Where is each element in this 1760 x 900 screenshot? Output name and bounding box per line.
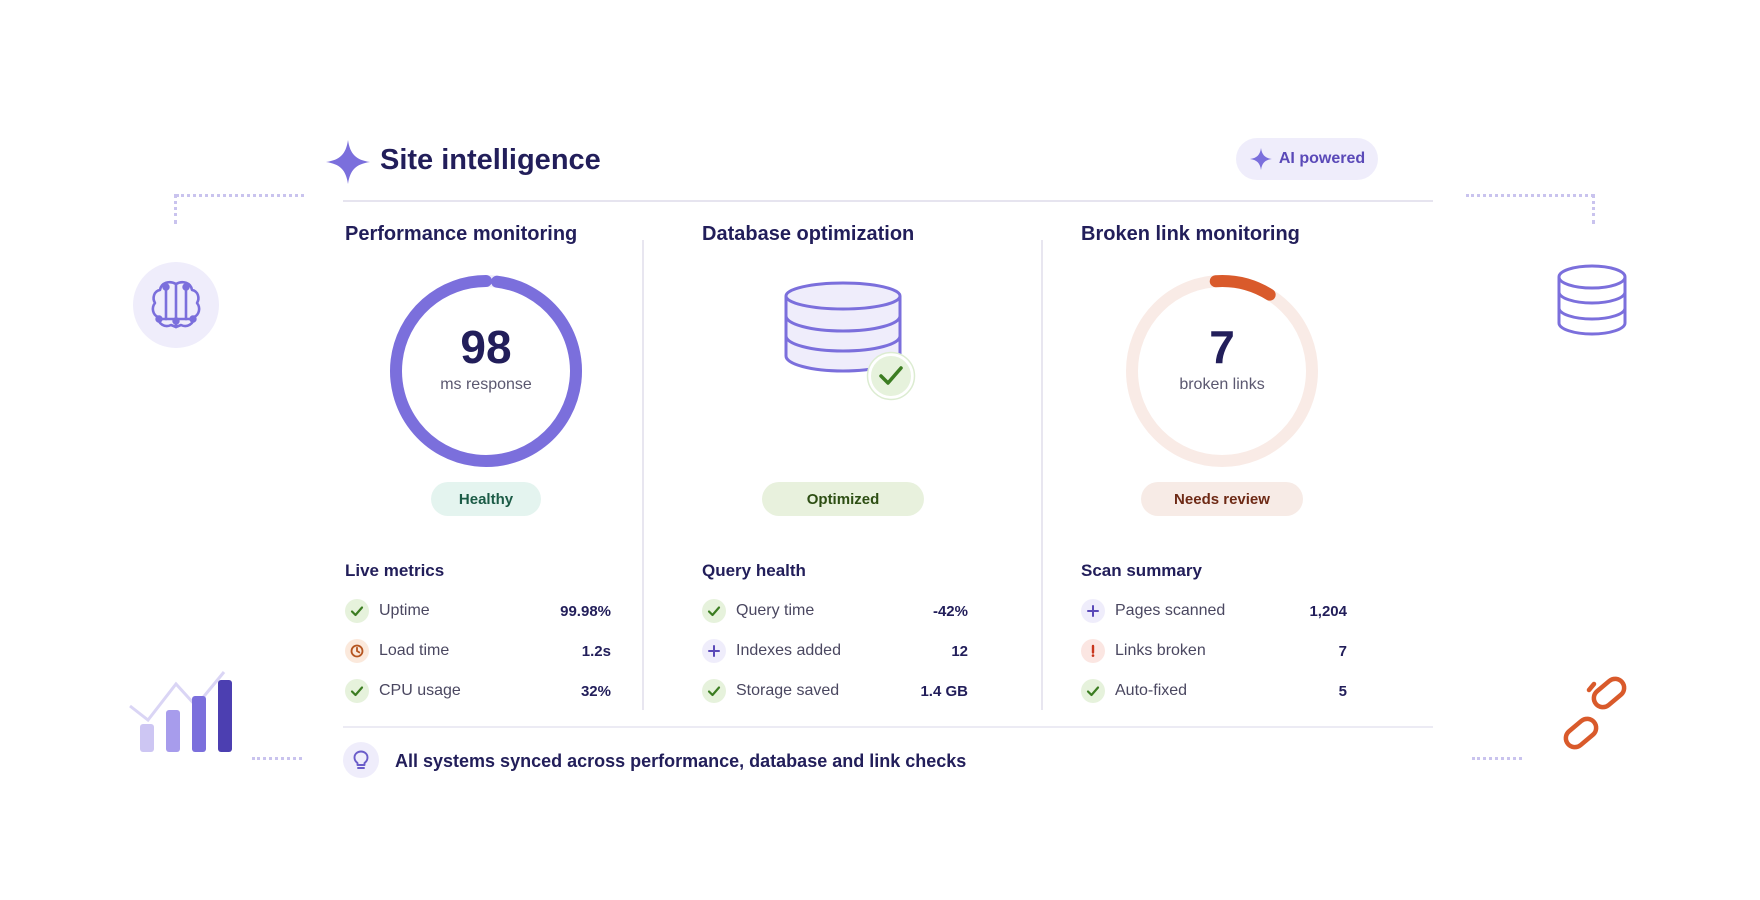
metrics-list-performance: Uptime 99.98% Load time 1.2s CPU usage 3… bbox=[345, 596, 611, 706]
metric-value: 1.4 GB bbox=[920, 682, 968, 700]
connector-bottom-left bbox=[252, 757, 302, 760]
header-divider bbox=[343, 200, 1433, 202]
metric-label: Uptime bbox=[379, 602, 430, 619]
section-title-query-health: Query health bbox=[702, 561, 806, 580]
footer-divider bbox=[343, 726, 1433, 728]
metric-label: Links broken bbox=[1115, 642, 1206, 659]
plus-icon bbox=[1081, 599, 1105, 623]
connector-bottom-right bbox=[1472, 757, 1522, 760]
performance-gauge-unit: ms response bbox=[440, 376, 532, 393]
bar-chart-icon bbox=[126, 664, 236, 754]
metric-label: Storage saved bbox=[736, 682, 840, 699]
database-icon bbox=[1555, 264, 1629, 336]
check-icon bbox=[345, 679, 369, 703]
section-title-live-metrics: Live metrics bbox=[345, 561, 445, 580]
alert-icon bbox=[1081, 639, 1105, 663]
database-check-icon bbox=[781, 281, 921, 411]
column-divider-1 bbox=[642, 240, 644, 710]
metrics-list-database: Query time -42% Indexes added 12 Storage… bbox=[702, 596, 968, 706]
column-title-broken-links: Broken link monitoring bbox=[1081, 223, 1300, 245]
metrics-list-links: Pages scanned 1,204 Links broken 7 Auto-… bbox=[1081, 596, 1347, 706]
metric-value: 5 bbox=[1338, 682, 1347, 700]
status-badge-optimized: Optimized bbox=[762, 482, 924, 516]
metric-row-storage-saved: Storage saved 1.4 GB bbox=[702, 676, 968, 706]
metric-value: 32% bbox=[580, 682, 611, 700]
metric-label: Indexes added bbox=[736, 642, 841, 659]
connector-top-right-drop bbox=[1592, 194, 1595, 224]
status-badge-needs-review: Needs review bbox=[1141, 482, 1303, 516]
connector-top-right bbox=[1466, 194, 1594, 197]
column-title-database: Database optimization bbox=[702, 223, 915, 245]
metric-label: Auto-fixed bbox=[1115, 682, 1188, 699]
metric-value: 1,204 bbox=[1309, 602, 1347, 620]
broken-link-icon bbox=[1556, 676, 1632, 752]
broken-links-gauge-unit: broken links bbox=[1179, 376, 1265, 393]
metric-row-load-time: Load time 1.2s bbox=[345, 636, 611, 666]
metric-row-uptime: Uptime 99.98% bbox=[345, 596, 611, 626]
metric-row-cpu-usage: CPU usage 32% bbox=[345, 676, 611, 706]
column-title-performance: Performance monitoring bbox=[345, 223, 578, 245]
broken-links-gauge-value: 7 bbox=[1209, 321, 1235, 373]
metric-label: Load time bbox=[379, 642, 450, 659]
plus-icon bbox=[702, 639, 726, 663]
clock-icon bbox=[345, 639, 369, 663]
metric-label: Query time bbox=[736, 602, 815, 619]
page-title: Site intelligence bbox=[380, 144, 601, 176]
metric-row-query-time: Query time -42% bbox=[702, 596, 968, 626]
metric-value: 7 bbox=[1338, 642, 1347, 660]
metric-value: -42% bbox=[932, 602, 968, 620]
metric-label: Pages scanned bbox=[1115, 602, 1226, 619]
check-icon bbox=[702, 599, 726, 623]
ai-badge-label: AI powered bbox=[1278, 150, 1366, 167]
check-icon bbox=[345, 599, 369, 623]
connector-top-left bbox=[176, 194, 304, 197]
brain-icon bbox=[133, 262, 219, 348]
section-title-scan-summary: Scan summary bbox=[1081, 561, 1202, 580]
metric-label: CPU usage bbox=[379, 682, 461, 699]
metric-row-pages-scanned: Pages scanned 1,204 bbox=[1081, 596, 1347, 626]
metric-row-auto-fixed: Auto-fixed 5 bbox=[1081, 676, 1347, 706]
metric-row-links-broken: Links broken 7 bbox=[1081, 636, 1347, 666]
metric-row-indexes-added: Indexes added 12 bbox=[702, 636, 968, 666]
lightbulb-icon bbox=[343, 742, 379, 778]
status-badge-healthy: Healthy bbox=[431, 482, 541, 516]
sparkle-small-icon bbox=[1249, 148, 1272, 170]
ai-powered-badge: AI powered bbox=[1236, 138, 1378, 180]
check-icon bbox=[702, 679, 726, 703]
metric-value: 12 bbox=[951, 642, 968, 660]
sparkle-icon bbox=[326, 140, 370, 184]
footer-message: All systems synced across performance, d… bbox=[395, 751, 967, 771]
check-icon bbox=[1081, 679, 1105, 703]
performance-gauge-value: 98 bbox=[460, 321, 512, 373]
column-divider-2 bbox=[1041, 240, 1043, 710]
metric-value: 1.2s bbox=[581, 642, 611, 660]
metric-value: 99.98% bbox=[560, 602, 611, 620]
connector-top-left-drop bbox=[174, 194, 177, 224]
